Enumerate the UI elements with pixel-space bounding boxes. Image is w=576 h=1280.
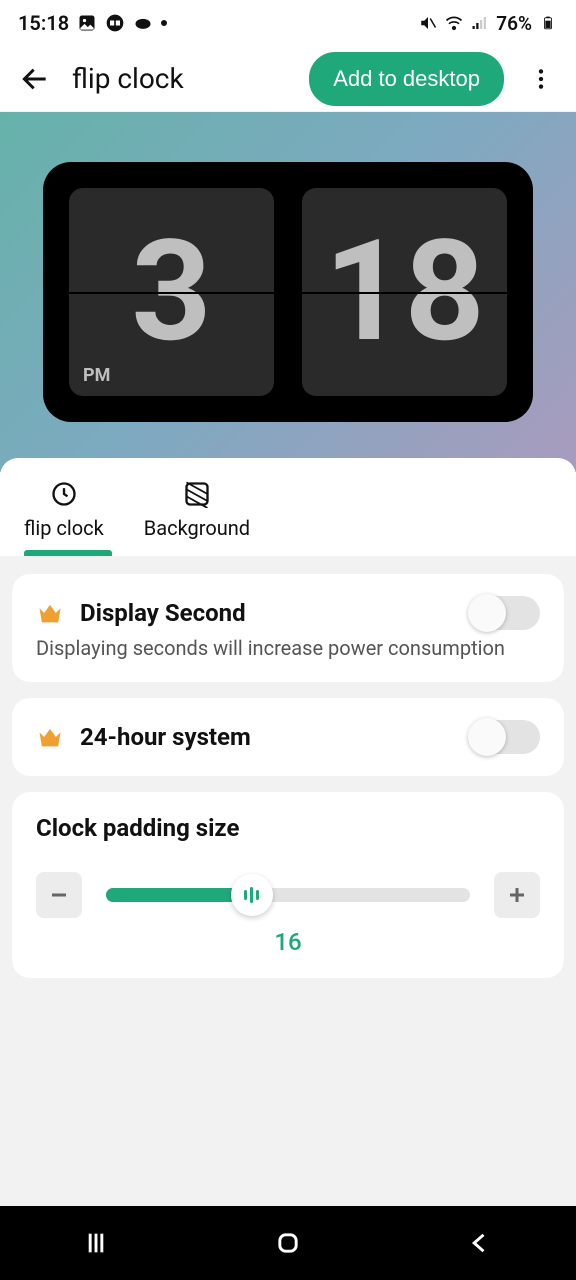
padding-increase-button[interactable] [494, 872, 540, 918]
display-second-toggle[interactable] [470, 596, 540, 630]
display-second-title: Display Second [80, 599, 454, 627]
wifi-icon [444, 13, 464, 33]
tab-indicator [24, 550, 112, 556]
tab-background-label: Background [144, 516, 250, 540]
settings-panel: Display Second Displaying seconds will i… [0, 556, 576, 1206]
cloud-icon [133, 13, 153, 33]
clock-hour: 3 [131, 222, 211, 362]
tab-background[interactable]: Background [144, 480, 250, 540]
padding-value: 16 [36, 928, 540, 956]
flip-clock-frame: 3 PM 18 [43, 162, 533, 422]
add-to-desktop-button[interactable]: Add to desktop [309, 52, 504, 106]
page-title: flip clock [72, 62, 293, 95]
battery-icon [538, 13, 558, 33]
app-header: flip clock Add to desktop [0, 46, 576, 112]
battery-text: 76% [496, 12, 532, 35]
premium-crown-icon [36, 723, 64, 751]
tab-flip-clock[interactable]: flip clock [24, 480, 104, 540]
nav-back-button[interactable] [460, 1223, 500, 1263]
slider-thumb[interactable] [231, 874, 273, 916]
hour24-title: 24-hour system [80, 723, 454, 751]
display-second-subtitle: Displaying seconds will increase power c… [36, 636, 540, 660]
signal-icon [470, 13, 490, 33]
background-icon [183, 480, 211, 508]
android-nav-bar [0, 1206, 576, 1280]
nav-home-button[interactable] [268, 1223, 308, 1263]
tabs-bar: flip clock Background [0, 458, 576, 556]
more-menu-button[interactable] [520, 58, 562, 100]
clock-hour-panel: 3 PM [69, 188, 274, 396]
clock-minute-panel: 18 [302, 188, 507, 396]
setting-24-hour: 24-hour system [12, 698, 564, 776]
gallery-icon [77, 13, 97, 33]
premium-crown-icon [36, 599, 64, 627]
clock-minute: 18 [324, 222, 485, 362]
clock-icon [50, 480, 78, 508]
status-time: 15:18 [18, 11, 69, 35]
app-notif-icon [105, 13, 125, 33]
clock-ampm: PM [83, 365, 110, 386]
padding-slider[interactable] [106, 888, 470, 902]
mute-icon [418, 13, 438, 33]
back-button[interactable] [14, 58, 56, 100]
padding-decrease-button[interactable] [36, 872, 82, 918]
more-notif-icon [161, 20, 167, 26]
nav-recents-button[interactable] [76, 1223, 116, 1263]
hour24-toggle[interactable] [470, 720, 540, 754]
padding-title: Clock padding size [36, 814, 540, 842]
status-bar: 15:18 76% [0, 0, 576, 46]
widget-preview: 3 PM 18 [0, 112, 576, 472]
tab-flip-clock-label: flip clock [24, 516, 104, 540]
setting-clock-padding: Clock padding size 16 [12, 792, 564, 978]
setting-display-second: Display Second Displaying seconds will i… [12, 574, 564, 682]
